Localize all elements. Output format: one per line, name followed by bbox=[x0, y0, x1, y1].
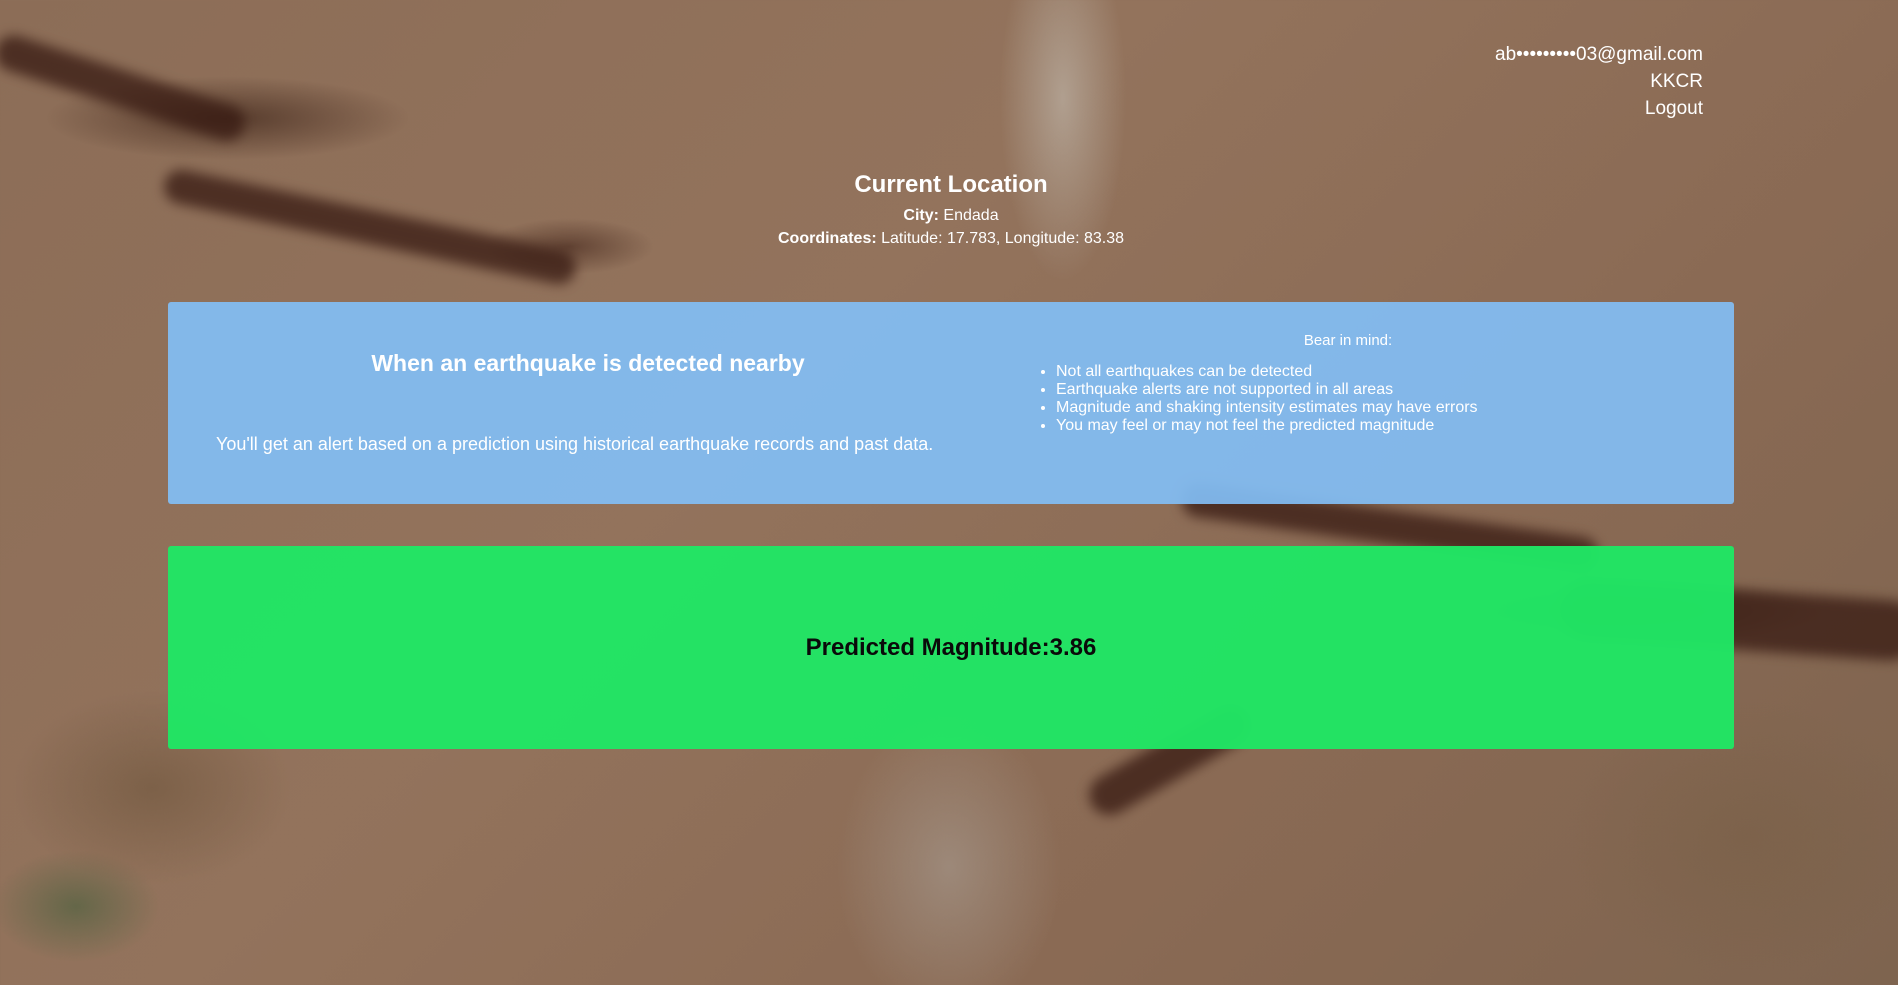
logout-link[interactable]: Logout bbox=[1495, 95, 1703, 122]
list-item: Earthquake alerts are not supported in a… bbox=[1056, 381, 1658, 399]
username-link[interactable]: KKCR bbox=[1495, 68, 1703, 95]
current-location: Current Location City: Endada Coordinate… bbox=[0, 170, 1898, 250]
predicted-magnitude: Predicted Magnitude:3.86 bbox=[805, 633, 1097, 661]
info-heading: When an earthquake is detected nearby bbox=[371, 350, 805, 376]
list-item: Magnitude and shaking intensity estimate… bbox=[1056, 399, 1658, 417]
city-line: City: Endada bbox=[0, 204, 1898, 227]
prediction-panel: Predicted Magnitude:3.86 bbox=[168, 546, 1734, 749]
list-item: You may feel or may not feel the predict… bbox=[1056, 417, 1658, 435]
background-decoration bbox=[0, 30, 250, 146]
city-label: City: bbox=[903, 207, 939, 224]
coordinates-value: Latitude: 17.783, Longitude: 83.38 bbox=[881, 230, 1124, 247]
list-item: Not all earthquakes can be detected bbox=[1056, 363, 1658, 381]
info-right: Bear in mind: Not all earthquakes can be… bbox=[1038, 332, 1658, 435]
user-menu: ab•••••••••03@gmail.com KKCR Logout bbox=[1495, 41, 1703, 122]
bear-in-mind-label: Bear in mind: bbox=[1303, 332, 1393, 349]
info-panel: When an earthquake is detected nearby Yo… bbox=[168, 302, 1734, 504]
city-value: Endada bbox=[943, 207, 999, 224]
info-description: You'll get an alert based on a predictio… bbox=[216, 434, 934, 454]
info-left: When an earthquake is detected nearby Yo… bbox=[168, 302, 1008, 504]
coordinates-line: Coordinates: Latitude: 17.783, Longitude… bbox=[0, 227, 1898, 250]
coordinates-label: Coordinates: bbox=[778, 230, 877, 247]
location-title: Current Location bbox=[854, 171, 1048, 198]
user-email: ab•••••••••03@gmail.com bbox=[1495, 44, 1703, 65]
caveats-list: Not all earthquakes can be detected Eart… bbox=[1038, 363, 1658, 435]
